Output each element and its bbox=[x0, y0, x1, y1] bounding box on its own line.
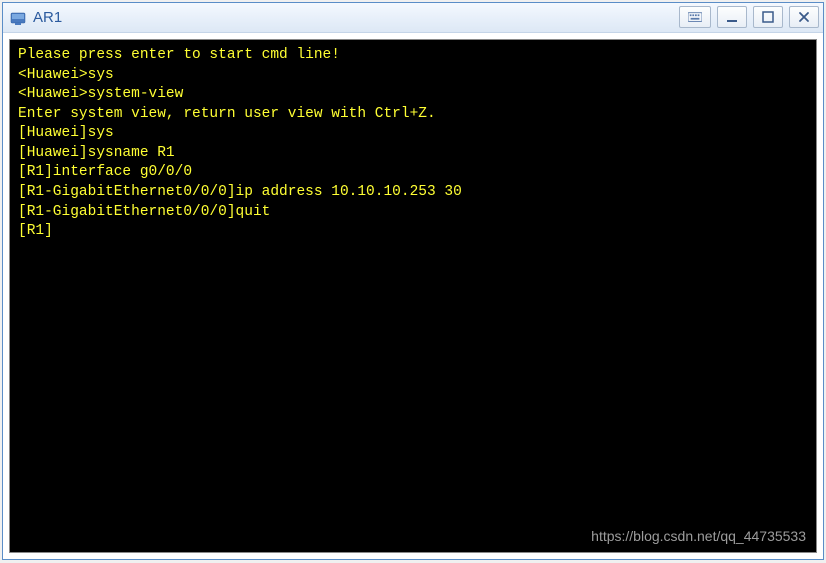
keyboard-button[interactable] bbox=[679, 6, 711, 28]
app-window: AR1 bbox=[2, 2, 824, 560]
terminal-line: [R1-GigabitEthernet0/0/0]ip address 10.1… bbox=[18, 183, 808, 203]
terminal-line: Please press enter to start cmd line! bbox=[18, 46, 808, 66]
window-title: AR1 bbox=[33, 9, 62, 26]
terminal-line: [R1]interface g0/0/0 bbox=[18, 163, 808, 183]
titlebar[interactable]: AR1 bbox=[3, 3, 823, 33]
terminal-line: [Huawei]sysname R1 bbox=[18, 144, 808, 164]
minimize-button[interactable] bbox=[717, 6, 747, 28]
terminal-line: [Huawei]sys bbox=[18, 124, 808, 144]
window-controls bbox=[679, 6, 819, 28]
maximize-button[interactable] bbox=[753, 6, 783, 28]
terminal-line: <Huawei>sys bbox=[18, 66, 808, 86]
terminal-line: Enter system view, return user view with… bbox=[18, 105, 808, 125]
terminal[interactable]: Please press enter to start cmd line! <H… bbox=[9, 39, 817, 553]
close-button[interactable] bbox=[789, 6, 819, 28]
terminal-line: <Huawei>system-view bbox=[18, 85, 808, 105]
terminal-line: [R1] bbox=[18, 222, 808, 242]
terminal-wrapper: Please press enter to start cmd line! <H… bbox=[3, 33, 823, 559]
terminal-line: [R1-GigabitEthernet0/0/0]quit bbox=[18, 203, 808, 223]
watermark: https://blog.csdn.net/qq_44735533 bbox=[591, 527, 806, 546]
app-icon bbox=[9, 9, 27, 27]
